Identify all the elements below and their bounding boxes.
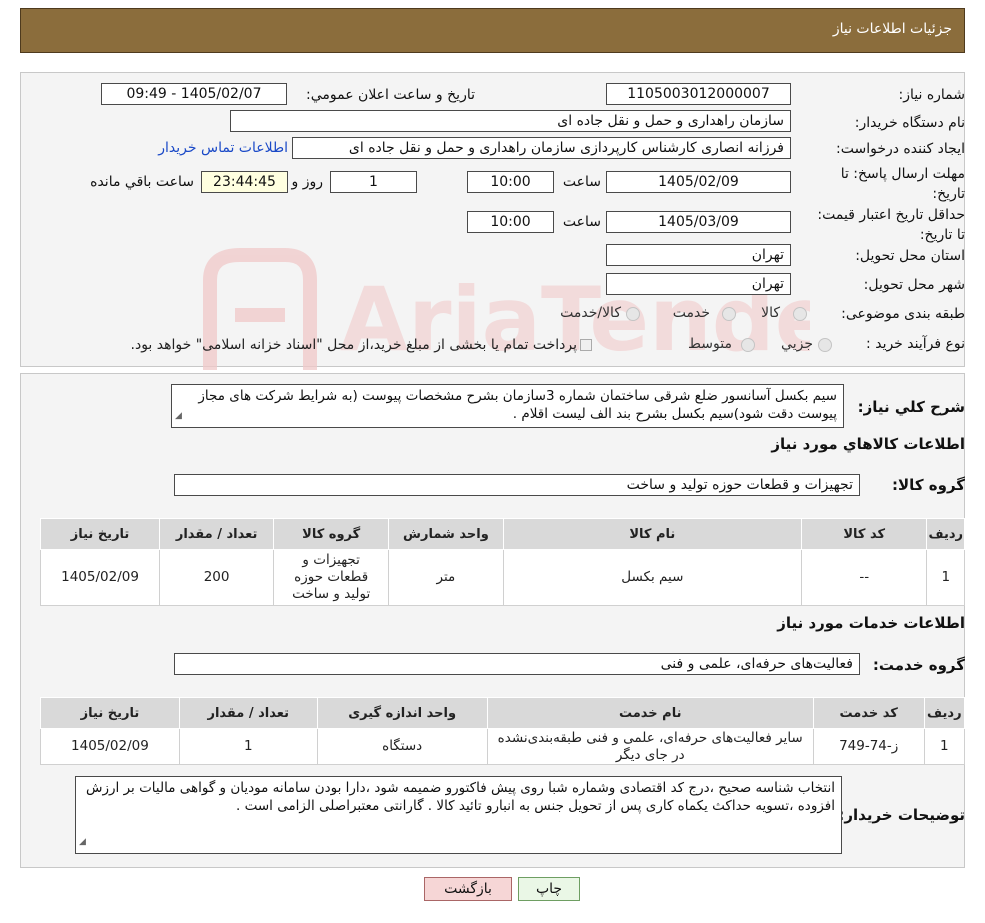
services-cell-date: 1405/02/09 xyxy=(40,728,180,765)
send-deadline-label: مهلت ارسال پاسخ: تا تاریخ: xyxy=(840,166,965,202)
goods-cell-group: تجهیزات و قطعات حوزه تولید و ساخت xyxy=(273,549,390,606)
announce-datetime-field: 1405/02/07 - 09:49 xyxy=(101,83,287,105)
services-table-header: رديف کد خدمت نام خدمت واحد اندازه گیری ت… xyxy=(40,697,966,729)
city-field: تهران xyxy=(606,273,791,295)
services-col-row: رديف xyxy=(923,697,966,729)
services-cell-qty: 1 xyxy=(178,728,318,765)
purchase-note-checkbox[interactable] xyxy=(580,339,592,351)
purchase-radio-minor[interactable] xyxy=(818,338,832,352)
resize-grip-icon[interactable]: ◢ xyxy=(79,833,86,851)
purchase-option-medium: متوسط xyxy=(688,336,732,352)
goods-cell-name: سیم بکسل xyxy=(502,549,803,606)
goods-cell-code: -- xyxy=(801,549,928,606)
province-field: تهران xyxy=(606,244,791,266)
back-button[interactable]: بازگشت xyxy=(424,877,512,901)
announce-datetime-label: تاریخ و ساعت اعلان عمومي: xyxy=(306,87,475,103)
purchase-type-label: نوع فرآیند خرید : xyxy=(866,336,965,352)
table-row: 1 ز-74-749 سایر فعالیت‌های حرفه‌ای، علمی… xyxy=(40,728,966,765)
goods-group-field: تجهیزات و قطعات حوزه تولید و ساخت xyxy=(174,474,860,496)
services-col-qty: تعداد / مقدار xyxy=(178,697,318,729)
page-header: جزئیات اطلاعات نیاز xyxy=(20,8,965,53)
goods-col-name: نام کالا xyxy=(502,518,803,550)
validity-time-field: 10:00 xyxy=(467,211,554,233)
resize-grip-icon[interactable]: ◢ xyxy=(175,407,182,425)
general-desc-label: شرح کلي نیاز: xyxy=(857,398,965,416)
purchase-option-minor: جزيي xyxy=(781,336,813,352)
goods-col-unit: واحد شمارش xyxy=(388,518,504,550)
goods-table-header: رديف کد کالا نام کالا واحد شمارش گروه کا… xyxy=(39,518,965,550)
goods-col-row: رديف xyxy=(926,518,965,550)
category-radio-service[interactable] xyxy=(722,307,736,321)
purchase-note: پرداخت تمام یا بخشی از مبلغ خرید،از محل … xyxy=(130,337,577,353)
services-cell-code: ز-74-749 xyxy=(812,728,925,765)
goods-col-code: کد کالا xyxy=(801,518,928,550)
goods-cell-unit: متر xyxy=(388,549,504,606)
purchase-radio-medium[interactable] xyxy=(741,338,755,352)
service-group-label: گروه خدمت: xyxy=(872,656,965,674)
print-button[interactable]: چاپ xyxy=(518,877,580,901)
goods-col-qty: تعداد / مقدار xyxy=(159,518,275,550)
validity-hour-label: ساعت xyxy=(562,214,601,230)
buyer-contact-link[interactable]: اطلاعات تماس خریدار xyxy=(158,140,288,156)
day-and-label: روز و xyxy=(291,174,324,190)
need-number-field: 1105003012000007 xyxy=(606,83,791,105)
remaining-label: ساعت باقي مانده xyxy=(90,174,194,190)
buyer-notes-text: انتخاب شناسه صحیح ،درج کد اقتصادی وشماره… xyxy=(86,780,835,814)
requester-field: فرزانه انصاری کارشناس کارپردازی سازمان ر… xyxy=(292,137,791,159)
services-cell-row: 1 xyxy=(923,728,966,765)
delivery-province-label: استان محل تحویل: xyxy=(855,248,965,264)
table-row: 1 -- سیم بکسل متر تجهیزات و قطعات حوزه ت… xyxy=(39,549,965,606)
services-info-heading: اطلاعات خدمات مورد نیاز xyxy=(777,614,965,632)
services-cell-name: سایر فعالیت‌های حرفه‌ای، علمی و فنی طبقه… xyxy=(486,728,814,765)
buyer-org-label: نام دستگاه خریدار: xyxy=(854,115,965,131)
send-hour-label: ساعت xyxy=(562,174,601,190)
category-radio-goods-service[interactable] xyxy=(626,307,640,321)
goods-cell-row: 1 xyxy=(926,549,965,606)
validity-date-field: 1405/03/09 xyxy=(606,211,791,233)
remaining-time-field: 23:44:45 xyxy=(201,171,288,193)
service-group-field: فعالیت‌های حرفه‌ای، علمی و فنی xyxy=(174,653,860,675)
services-col-name: نام خدمت xyxy=(486,697,814,729)
requester-label: ایجاد کننده درخواست: xyxy=(836,141,965,157)
buyer-notes-textarea[interactable]: انتخاب شناسه صحیح ،درج کد اقتصادی وشماره… xyxy=(75,776,842,854)
category-label: طبقه بندی موضوعی: xyxy=(841,306,965,322)
goods-col-date: تاریخ نیاز xyxy=(39,518,161,550)
general-desc-textarea[interactable]: سیم بکسل آسانسور ضلع شرقی ساختمان شماره … xyxy=(171,384,844,428)
services-col-unit: واحد اندازه گیری xyxy=(316,697,488,729)
buyer-org-field: سازمان راهداری و حمل و نقل جاده ای xyxy=(230,110,791,132)
buyer-notes-label: توضیحات خریدار: xyxy=(838,806,965,824)
send-time-field: 10:00 xyxy=(467,171,554,193)
need-number-label: شماره نیاز: xyxy=(898,87,966,103)
goods-info-heading: اطلاعات کالاهاي مورد نياز xyxy=(771,435,965,453)
page-title: جزئیات اطلاعات نیاز xyxy=(832,21,952,37)
days-field: 1 xyxy=(330,171,417,193)
send-date-field: 1405/02/09 xyxy=(606,171,791,193)
goods-group-label: گروه کالا: xyxy=(892,476,965,494)
price-validity-label: حداقل تاریخ اعتبار قیمت: تا تاریخ: xyxy=(817,207,965,243)
services-col-code: کد خدمت xyxy=(812,697,925,729)
category-option-goods: کالا xyxy=(761,305,780,321)
category-option-service: خدمت xyxy=(672,305,710,321)
services-cell-unit: دستگاه xyxy=(316,728,488,765)
general-desc-text: سیم بکسل آسانسور ضلع شرقی ساختمان شماره … xyxy=(198,388,837,422)
services-table: رديف کد خدمت نام خدمت واحد اندازه گیری ت… xyxy=(40,697,966,765)
goods-cell-date: 1405/02/09 xyxy=(39,549,161,606)
category-radio-goods[interactable] xyxy=(793,307,807,321)
goods-table: رديف کد کالا نام کالا واحد شمارش گروه کا… xyxy=(39,518,965,606)
goods-cell-qty: 200 xyxy=(159,549,275,606)
category-option-goods-service: کالا/خدمت xyxy=(560,305,621,321)
delivery-city-label: شهر محل تحویل: xyxy=(863,277,965,293)
services-col-date: تاریخ نیاز xyxy=(40,697,180,729)
goods-col-group: گروه کالا xyxy=(273,518,390,550)
